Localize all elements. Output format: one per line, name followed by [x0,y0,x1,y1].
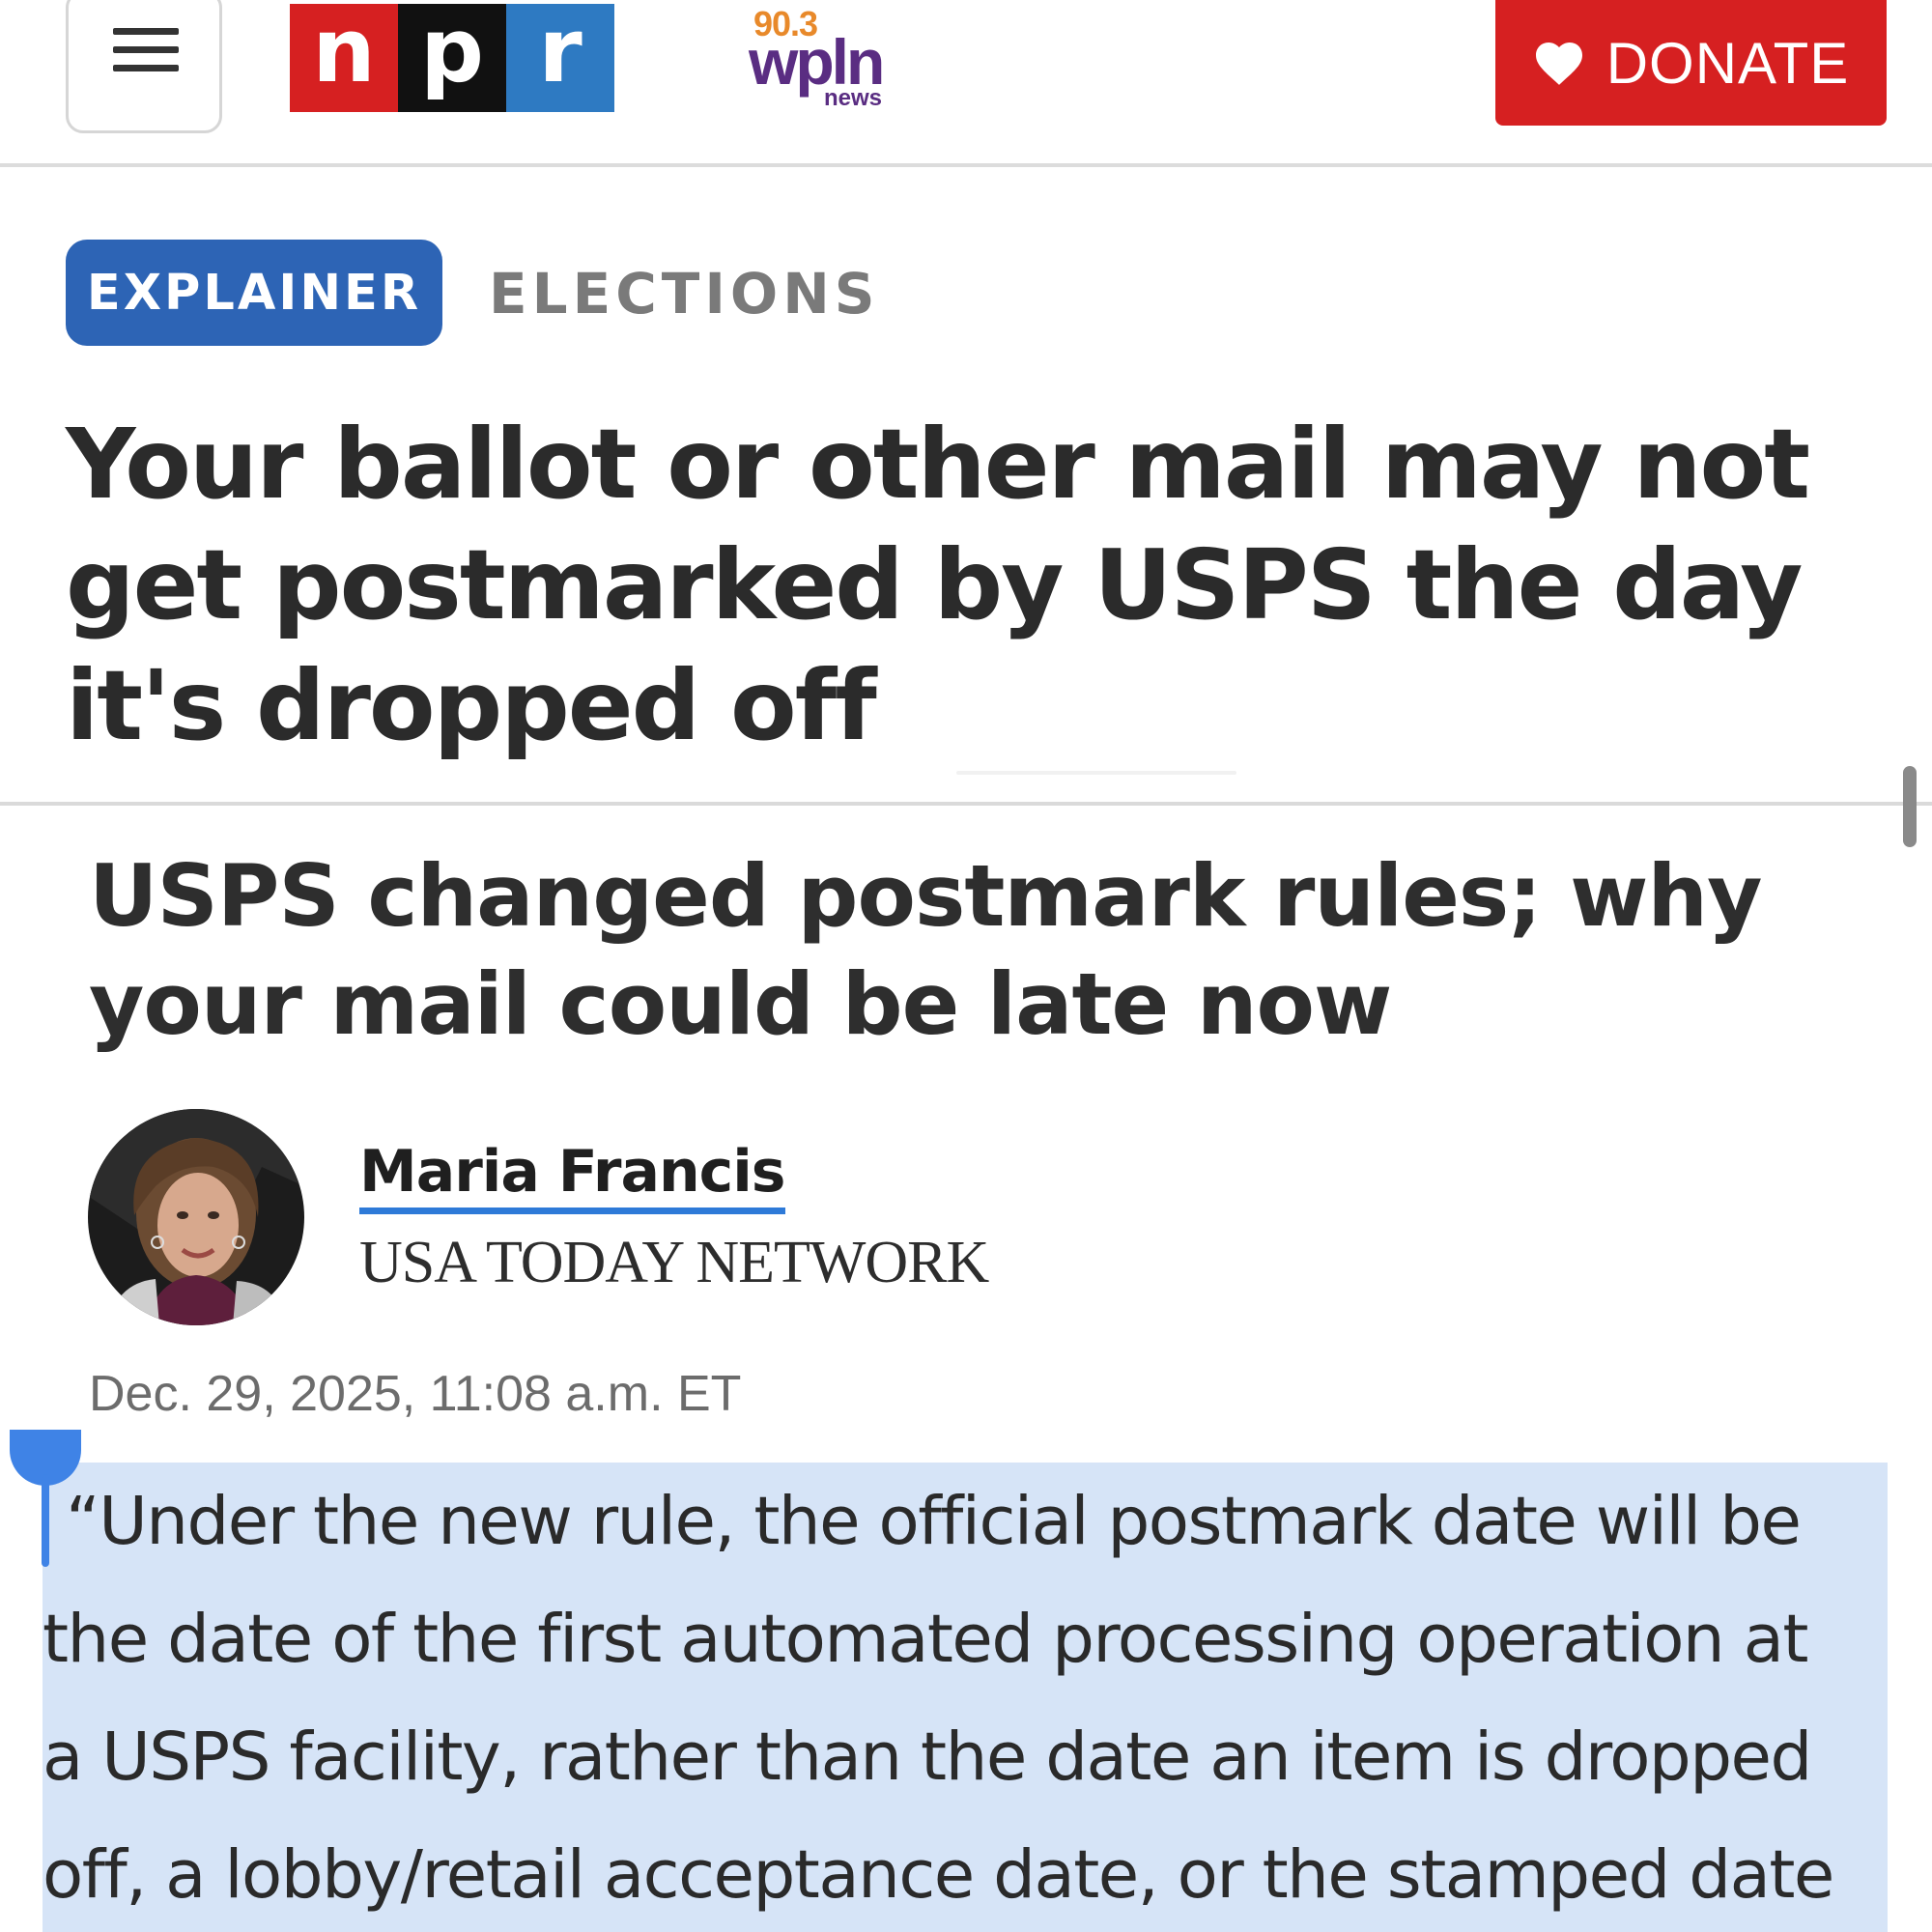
body-line: “Under the new rule, the official postma… [66,1483,1802,1560]
npr-logo-letter: p [398,4,506,112]
donate-label: DONATE [1605,30,1850,96]
npr-logo-letter: r [506,4,614,112]
scrollbar-thumb[interactable] [1903,766,1917,847]
site-header: n p r 90.3 wpln news DONATE [0,0,1932,167]
article-page: n p r 90.3 wpln news DONATE EXPLAINER EL… [0,0,1932,1932]
publication-name: USA TODAY NETWORK [359,1230,989,1295]
article-body-paragraph[interactable]: “Under the new rule, the official postma… [43,1463,1907,1932]
donate-button[interactable]: DONATE [1495,0,1887,126]
section-link-elections[interactable]: ELECTIONS [489,261,880,327]
npr-logo-letter: n [290,4,398,112]
heart-icon [1535,43,1582,85]
faint-divider [956,771,1236,775]
station-suffix: news [824,85,883,111]
selection-cursor [42,1474,49,1567]
article-subheadline: USPS changed postmark rules; why your ma… [89,846,1762,1054]
body-line: the date of the first automated processi… [43,1601,1808,1678]
explainer-badge: EXPLAINER [66,240,442,346]
body-line: off, a lobby/retail acceptance date, or … [43,1836,1834,1914]
menu-button[interactable] [66,0,222,133]
publish-timestamp: Dec. 29, 2025, 11:08 a.m. ET [89,1366,742,1422]
body-line: a USPS facility, rather than the date an… [43,1719,1812,1796]
npr-logo[interactable]: n p r [290,4,614,112]
section-divider [0,802,1932,806]
article-headline: Your ballot or other mail may not get po… [66,408,1810,762]
station-logo[interactable]: 90.3 wpln news [749,4,903,120]
author-name-link[interactable]: Maria Francis [359,1138,786,1214]
author-photo [88,1109,304,1325]
author-avatar[interactable] [88,1109,304,1325]
